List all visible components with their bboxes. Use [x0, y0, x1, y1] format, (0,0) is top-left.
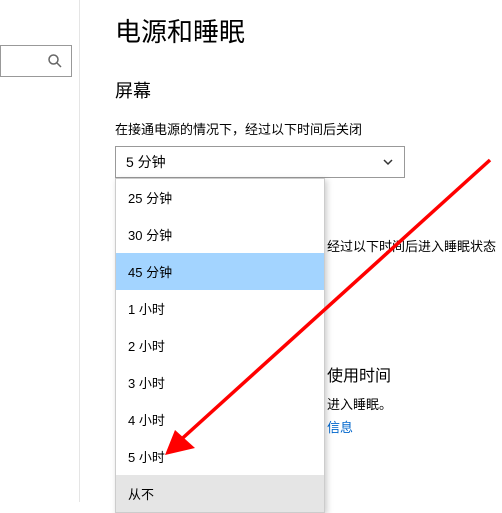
screen-timeout-dropdown[interactable]: 5 分钟	[115, 146, 405, 178]
sleep-option-label-partial: 经过以下时间后进入睡眠状态	[327, 236, 496, 255]
dropdown-item[interactable]: 25 分钟	[116, 179, 324, 216]
dropdown-item[interactable]: 3 小时	[116, 364, 324, 401]
screen-option-label: 在接通电源的情况下，经过以下时间后关闭	[115, 119, 502, 138]
dropdown-list[interactable]: 25 分钟 30 分钟 45 分钟 1 小时 2 小时 3 小时 4 小时 5 …	[115, 178, 325, 513]
sidebar	[0, 0, 80, 502]
dropdown-item[interactable]: 4 小时	[116, 401, 324, 438]
chevron-down-icon	[382, 156, 394, 168]
dropdown-item[interactable]: 30 分钟	[116, 216, 324, 253]
info-text: 进入睡眠。	[327, 394, 392, 413]
page-title: 电源和睡眠	[115, 12, 502, 49]
dropdown-item-never[interactable]: 从不	[116, 475, 324, 512]
info-title: 使用时间	[327, 362, 392, 386]
dropdown-item[interactable]: 1 小时	[116, 290, 324, 327]
search-box[interactable]	[0, 45, 72, 77]
content-area: 电源和睡眠 屏幕 在接通电源的情况下，经过以下时间后关闭 5 分钟	[115, 0, 502, 208]
search-icon	[47, 53, 63, 69]
info-link[interactable]: 信息	[327, 417, 392, 436]
dropdown-selected-value: 5 分钟	[126, 152, 166, 172]
dropdown-item[interactable]: 5 小时	[116, 438, 324, 475]
info-block: 使用时间 进入睡眠。 信息	[327, 362, 392, 436]
dropdown-item[interactable]: 2 小时	[116, 327, 324, 364]
screen-section-title: 屏幕	[115, 77, 502, 103]
dropdown-item[interactable]: 45 分钟	[116, 253, 324, 290]
